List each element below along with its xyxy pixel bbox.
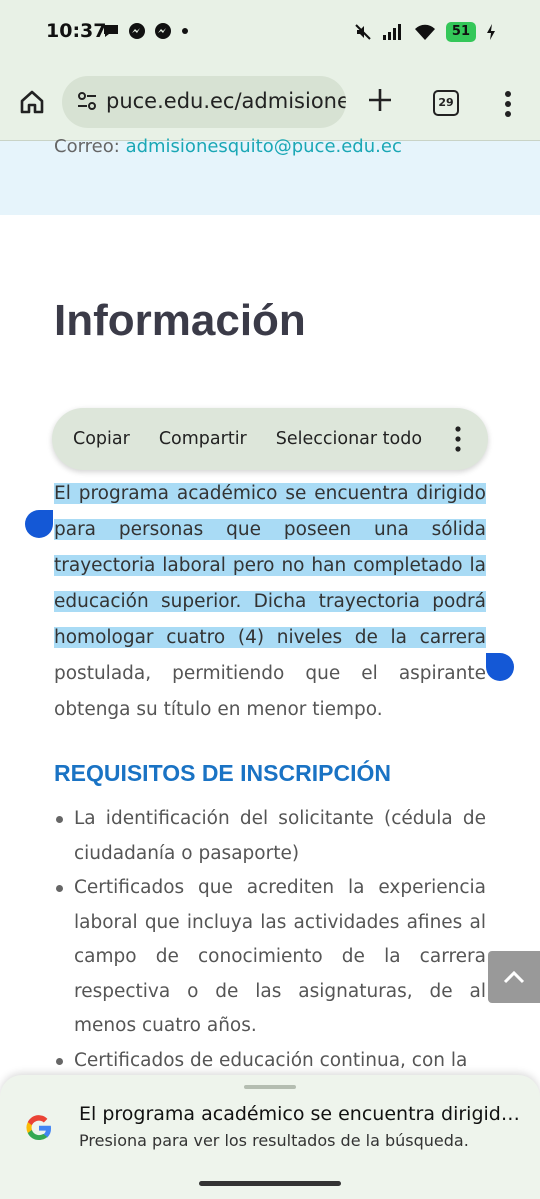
wifi-icon [414, 24, 435, 40]
more-menu-icon[interactable] [454, 426, 462, 452]
selection-end-handle[interactable] [486, 653, 514, 681]
contact-email-line: Correo: admisionesquito@puce.edu.ec [54, 136, 402, 157]
site-settings-icon[interactable] [76, 90, 98, 112]
battery-icon: 51 [445, 22, 476, 42]
requirement-text: Certificados de educación continua, con … [74, 1049, 468, 1071]
selected-text[interactable]: El programa académico se encuentra dirig… [54, 483, 486, 648]
list-item: Certificados de educación continua, con … [54, 1044, 486, 1079]
requirements-list: La identificación del solicitante (cédul… [54, 802, 486, 1078]
address-bar[interactable]: puce.edu.ec/admisiones [62, 76, 346, 128]
contact-label: Correo: [54, 136, 120, 157]
dot-icon [182, 28, 188, 34]
charging-icon [487, 24, 495, 40]
list-item: La identificación del solicitante (cédul… [54, 802, 486, 871]
bullet-icon [56, 885, 63, 892]
gesture-nav-bar[interactable] [199, 1181, 341, 1186]
search-hint-text: Presiona para ver los resultados de la b… [79, 1131, 469, 1150]
url-text[interactable]: puce.edu.ec/admisiones [106, 89, 346, 113]
copy-button[interactable]: Copiar [73, 429, 130, 449]
notification-icons [102, 22, 190, 40]
selection-start-handle[interactable] [25, 510, 53, 538]
browser-toolbar: puce.edu.ec/admisiones 29 [0, 66, 540, 141]
share-button[interactable]: Compartir [159, 429, 247, 449]
messenger-icon [155, 23, 171, 39]
system-icons: 51 [354, 22, 496, 42]
requirement-text: Certificados que acrediten la experienci… [74, 877, 486, 1036]
more-options-icon[interactable] [500, 90, 516, 118]
scroll-to-top-button[interactable] [488, 951, 540, 1003]
list-item: Certificados que acrediten la experienci… [54, 871, 486, 1044]
sheet-drag-handle[interactable] [244, 1085, 296, 1089]
google-logo-icon [26, 1115, 52, 1141]
new-tab-icon[interactable] [366, 86, 394, 114]
page-heading: Información [54, 296, 306, 345]
tab-switcher-button[interactable]: 29 [433, 90, 459, 116]
text-selection-menu: Copiar Compartir Seleccionar todo [52, 408, 488, 470]
contextual-search-sheet[interactable]: El programa académico se encuentra dirig… [0, 1075, 540, 1199]
home-icon[interactable] [18, 88, 46, 116]
mute-icon [355, 24, 371, 40]
search-query-text[interactable]: El programa académico se encuentra dirig… [79, 1103, 520, 1125]
bullet-icon [56, 816, 63, 823]
status-bar: 10:37 51 [0, 0, 540, 66]
status-time: 10:37 [46, 20, 107, 42]
select-all-button[interactable]: Seleccionar todo [276, 429, 422, 449]
contact-email-link[interactable]: admisionesquito@puce.edu.ec [126, 136, 402, 157]
requirements-title: REQUISITOS DE INSCRIPCIÓN [54, 760, 391, 786]
chevron-up-icon [503, 970, 525, 984]
bullet-icon [56, 1057, 63, 1065]
unselected-text[interactable]: postulada, permitiendo que el aspirante … [54, 663, 486, 720]
info-paragraph: El programa académico se encuentra dirig… [54, 476, 486, 728]
signal-icon [382, 24, 401, 40]
chat-bubble-icon [104, 25, 118, 37]
messenger-icon [129, 23, 145, 39]
requirement-text: La identificación del solicitante (cédul… [74, 808, 486, 864]
